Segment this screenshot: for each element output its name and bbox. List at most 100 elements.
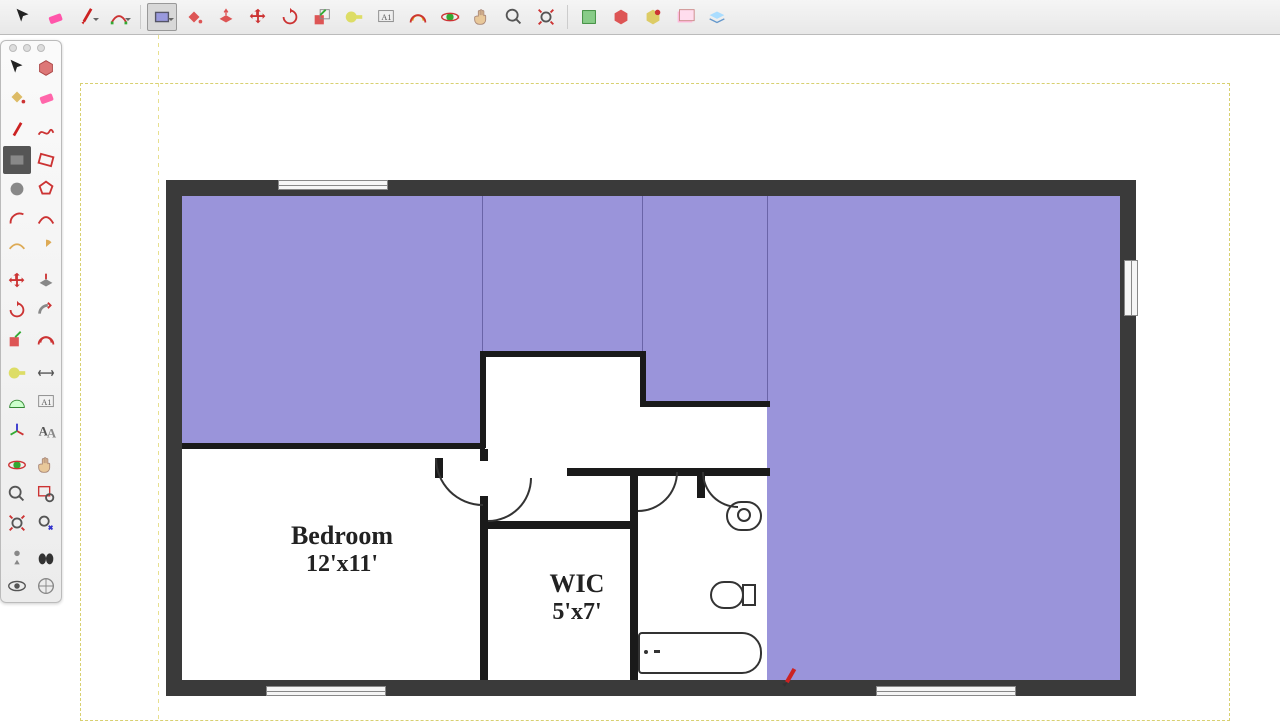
edge [482,196,483,351]
image-tool[interactable] [670,3,700,31]
window [876,686,1016,696]
pencil-tool[interactable] [72,3,102,31]
move-tool[interactable] [243,3,273,31]
guide-vertical [158,35,159,720]
text-tool[interactable]: A1 [32,388,60,416]
previous-tool[interactable] [574,3,604,31]
toilet-tank [742,584,756,606]
zoom-extents-tool[interactable] [3,509,31,537]
wic-dim: 5'x7' [512,599,642,626]
zoom-extents-tool[interactable] [531,3,561,31]
wall [182,443,485,449]
zoom-tool[interactable] [3,480,31,508]
svg-text:A: A [47,426,57,440]
tape-tool[interactable] [3,359,31,387]
arc2-tool[interactable] [32,204,60,232]
svg-text:A1: A1 [41,398,51,407]
position-camera-tool[interactable] [3,543,31,571]
door-swing [435,458,483,506]
edge [642,196,643,351]
make-component-tool[interactable] [32,54,60,82]
wic-label: WIC 5'x7' [512,569,642,626]
sink-fixture [737,508,751,522]
fill-region [767,196,1120,680]
bedroom-dim: 12'x11' [242,551,442,578]
toilet-fixture [710,581,744,609]
circle-tool[interactable] [3,175,31,203]
rotated-rect-tool[interactable] [32,146,60,174]
window [266,686,386,696]
wall [480,351,486,448]
fill-region [182,196,482,443]
left-toolbar: A1 AA [0,40,62,603]
tape-tool[interactable] [339,3,369,31]
layers-tool[interactable] [702,3,732,31]
section-tool[interactable] [32,572,60,600]
text-tool[interactable]: A1 [371,3,401,31]
select-tool[interactable] [3,54,31,82]
look-around-tool[interactable] [3,572,31,600]
component-tool[interactable] [638,3,668,31]
window-controls [3,43,60,53]
edge [767,196,768,401]
follow-me-tool[interactable] [32,296,60,324]
floor-plan[interactable]: Bedroom 12'x11' WIC 5'x7' [166,180,1136,696]
move-tool[interactable] [3,267,31,295]
3dtext-tool[interactable]: AA [32,417,60,445]
dimension-tool[interactable] [32,359,60,387]
window [278,180,388,190]
axes-tool[interactable] [3,417,31,445]
rotate-tool[interactable] [3,296,31,324]
door-swing [638,472,678,512]
previous-view-tool[interactable] [32,509,60,537]
orbit-tool[interactable] [435,3,465,31]
window [1124,260,1138,316]
offset-tool[interactable] [32,325,60,353]
rectangle-tool[interactable] [147,3,177,31]
fill-region [482,196,642,351]
offset-tool[interactable] [403,3,433,31]
bedroom-label: Bedroom 12'x11' [242,521,442,578]
model-info-tool[interactable] [606,3,636,31]
freehand-tool[interactable] [32,117,60,145]
pan-tool[interactable] [467,3,497,31]
pencil-tool[interactable] [3,117,31,145]
tub-faucet [654,650,660,653]
pie-tool[interactable] [32,233,60,261]
interior: Bedroom 12'x11' WIC 5'x7' [182,196,1120,680]
wic-name: WIC [512,569,642,599]
wall [640,401,770,407]
paint-bucket-tool[interactable] [179,3,209,31]
select-tool[interactable] [8,3,38,31]
paint-tool[interactable] [3,83,31,111]
polygon-tool[interactable] [32,175,60,203]
zoom-tool[interactable] [499,3,529,31]
arc3-tool[interactable] [3,233,31,261]
arc-tool[interactable] [3,204,31,232]
walk-tool[interactable] [32,543,60,571]
pan-tool[interactable] [32,451,60,479]
zoom-window-tool[interactable] [32,480,60,508]
protractor-tool[interactable] [3,388,31,416]
door-swing [488,478,532,522]
top-toolbar: A1 [0,0,1280,35]
scale-tool[interactable] [307,3,337,31]
fill-region [642,196,767,401]
eraser-tool[interactable] [40,3,70,31]
svg-text:A1: A1 [381,13,391,22]
bathtub-fixture [638,632,762,674]
wall [480,351,645,357]
arc-tool[interactable] [104,3,134,31]
rotate-tool[interactable] [275,3,305,31]
rectangle-tool[interactable] [3,146,31,174]
pencil-cursor-icon [778,666,794,682]
wall [480,521,635,529]
push-pull-tool[interactable] [211,3,241,31]
eraser-tool[interactable] [32,83,60,111]
push-pull-tool[interactable] [32,267,60,295]
orbit-tool[interactable] [3,451,31,479]
wall [640,351,646,406]
scale-tool[interactable] [3,325,31,353]
bedroom-name: Bedroom [242,521,442,551]
canvas[interactable]: Bedroom 12'x11' WIC 5'x7' [64,35,1280,720]
